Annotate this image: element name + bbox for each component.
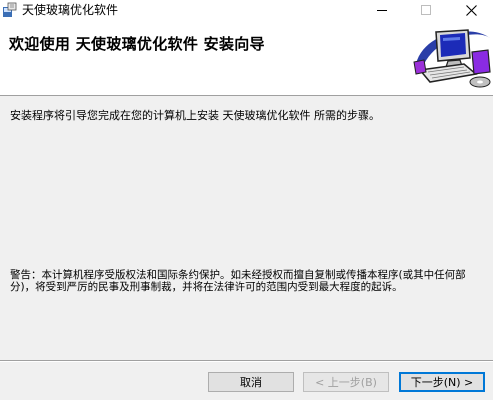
cancel-button[interactable]: 取消 — [208, 372, 294, 392]
window-title: 天使玻璃优化软件 — [22, 3, 119, 17]
installer-icon — [2, 2, 18, 18]
copyright-warning: 警告：本计算机程序受版权法和国际条约保护。如未经授权而擅自复制或传播本程序(或其… — [10, 269, 466, 293]
minimize-icon[interactable] — [360, 0, 404, 20]
next-button[interactable]: 下一步(N) > — [399, 372, 485, 392]
cancel-label: 取消 — [240, 376, 262, 389]
back-button: < 上一步(B) — [303, 372, 389, 392]
next-label: 下一步(N) > — [410, 376, 474, 389]
close-icon[interactable] — [449, 0, 493, 20]
computer-setup-icon — [410, 24, 492, 90]
wizard-header: 欢迎使用 天使玻璃优化软件 安装向导 — [0, 20, 493, 96]
intro-text: 安装程序将引导您完成在您的计算机上安装 天使玻璃优化软件 所需的步骤。 — [10, 109, 380, 122]
page-title: 欢迎使用 天使玻璃优化软件 安装向导 — [9, 35, 265, 53]
title-bar: 天使玻璃优化软件 — [0, 0, 493, 20]
footer-divider — [0, 360, 493, 362]
back-label: < 上一步(B) — [315, 376, 377, 389]
maximize-icon — [404, 0, 448, 20]
